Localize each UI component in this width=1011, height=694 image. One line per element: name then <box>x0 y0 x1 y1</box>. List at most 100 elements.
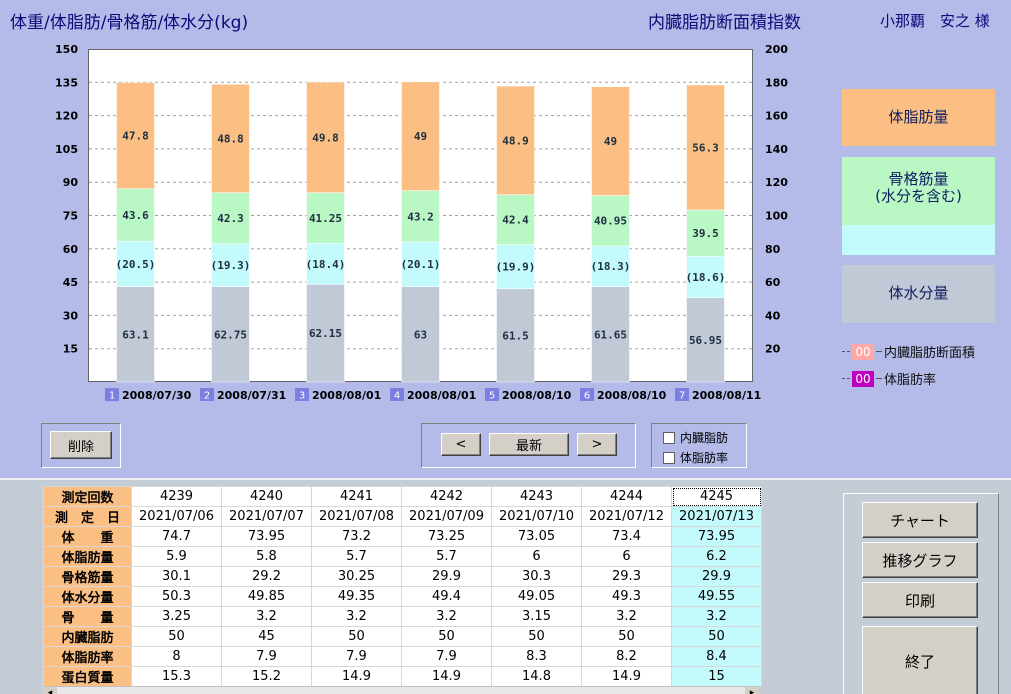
bar-muscle-label: 42.3 <box>217 212 244 225</box>
table-cell[interactable]: 29.2 <box>221 566 312 587</box>
table-cell[interactable]: 5.7 <box>401 546 492 567</box>
table-cell[interactable]: 4242 <box>401 486 492 507</box>
table-cell[interactable]: 49.3 <box>581 586 672 607</box>
delete-button[interactable]: 削除 <box>50 431 112 459</box>
table-scrollbar[interactable]: ◂ ▸ <box>43 686 759 694</box>
table-cell[interactable]: 8.4 <box>671 646 762 667</box>
table-cell[interactable]: 6 <box>491 546 582 567</box>
table-cell[interactable]: 15.2 <box>221 666 312 687</box>
table-cell[interactable]: 7.9 <box>221 646 312 667</box>
table-cell[interactable]: 49.05 <box>491 586 582 607</box>
table-cell[interactable]: 3.2 <box>401 606 492 627</box>
table-cell[interactable]: 50 <box>131 626 222 647</box>
legend-fat-label: 体脂肪量 <box>888 107 949 126</box>
scroll-right-icon[interactable]: ▸ <box>745 687 759 694</box>
table-cell[interactable]: 2021/07/09 <box>401 506 492 527</box>
table-cell[interactable]: 30.1 <box>131 566 222 587</box>
table-cell[interactable]: 50 <box>311 626 402 647</box>
bar-water-label: 56.95 <box>689 334 722 347</box>
table-cell[interactable]: 29.3 <box>581 566 672 587</box>
exit-button[interactable]: 終了 <box>862 626 978 694</box>
visceral-checkbox[interactable]: 内臓脂肪 <box>663 429 728 446</box>
bar-water-label: 62.15 <box>309 327 342 340</box>
table-cell[interactable]: 4243 <box>491 486 582 507</box>
table-cell[interactable]: 50 <box>581 626 672 647</box>
table-cell[interactable]: 3.2 <box>221 606 312 627</box>
table-cell[interactable]: 4245 <box>671 486 762 507</box>
table-cell[interactable]: 50 <box>671 626 762 647</box>
latest-button[interactable]: 最新 <box>489 433 569 456</box>
table-cell[interactable]: 15.3 <box>131 666 222 687</box>
table-cell[interactable]: 29.9 <box>671 566 762 587</box>
table-cell[interactable]: 73.95 <box>671 526 762 547</box>
table-cell[interactable]: 15 <box>671 666 762 687</box>
table-cell[interactable]: 7.9 <box>311 646 402 667</box>
table-cell[interactable]: 4239 <box>131 486 222 507</box>
table-cell[interactable]: 14.9 <box>311 666 402 687</box>
table-cell[interactable]: 3.2 <box>671 606 762 627</box>
table-cell[interactable]: 73.2 <box>311 526 402 547</box>
table-cell[interactable]: 49.55 <box>671 586 762 607</box>
table-cell[interactable]: 8 <box>131 646 222 667</box>
table-cell[interactable]: 45 <box>221 626 312 647</box>
table-cell[interactable]: 50.3 <box>131 586 222 607</box>
table-cell[interactable]: 5.9 <box>131 546 222 567</box>
table-cell[interactable]: 74.7 <box>131 526 222 547</box>
bar-water-pct-label: (20.5) <box>116 258 156 271</box>
table-cell[interactable]: 2021/07/13 <box>671 506 762 527</box>
bodyfat-checkbox-label: 体脂肪率 <box>680 451 729 465</box>
bar-water-pct-label: (18.3) <box>591 260 631 273</box>
chart-button[interactable]: チャート <box>862 502 978 538</box>
table-cell[interactable]: 49.85 <box>221 586 312 607</box>
measurement-table: 測定回数 4239 4240 4241 4242 4243 4244 4245 測 定 日 202… <box>43 486 762 687</box>
table-cell[interactable]: 3.25 <box>131 606 222 627</box>
table-row: 内臓脂肪 50 45 50 50 50 50 50 <box>43 626 762 647</box>
table-cell[interactable]: 14.8 <box>491 666 582 687</box>
table-cell[interactable]: 29.9 <box>401 566 492 587</box>
left-tick-label: 120 <box>55 110 78 123</box>
bodyfat-checkbox[interactable]: 体脂肪率 <box>663 449 728 466</box>
legend-fat: 体脂肪量 <box>842 89 995 146</box>
table-cell[interactable]: 2021/07/12 <box>581 506 672 527</box>
table-cell[interactable]: 49.35 <box>311 586 402 607</box>
table-cell[interactable]: 73.25 <box>401 526 492 547</box>
row-header: 蛋白質量 <box>43 666 132 687</box>
table-cell[interactable]: 73.95 <box>221 526 312 547</box>
table-cell[interactable]: 50 <box>491 626 582 647</box>
left-tick-label: 45 <box>63 276 78 289</box>
table-cell[interactable]: 73.05 <box>491 526 582 547</box>
scroll-left-icon[interactable]: ◂ <box>43 687 57 694</box>
table-cell[interactable]: 3.2 <box>311 606 402 627</box>
bodyfat-checkbox-box[interactable] <box>663 451 675 464</box>
table-cell[interactable]: 5.8 <box>221 546 312 567</box>
table-cell[interactable]: 30.3 <box>491 566 582 587</box>
prev-button[interactable]: < <box>441 433 481 456</box>
table-cell[interactable]: 2021/07/07 <box>221 506 312 527</box>
table-cell[interactable]: 4244 <box>581 486 672 507</box>
table-cell[interactable]: 6.2 <box>671 546 762 567</box>
table-cell[interactable]: 73.4 <box>581 526 672 547</box>
table-cell[interactable]: 5.7 <box>311 546 402 567</box>
legend-water: 体水分量 <box>842 265 995 323</box>
print-button[interactable]: 印刷 <box>862 582 978 618</box>
trend-graph-button[interactable]: 推移グラフ <box>862 542 978 578</box>
table-cell[interactable]: 14.9 <box>401 666 492 687</box>
table-cell[interactable]: 49.4 <box>401 586 492 607</box>
table-cell[interactable]: 30.25 <box>311 566 402 587</box>
table-cell[interactable]: 2021/07/10 <box>491 506 582 527</box>
table-cell[interactable]: 7.9 <box>401 646 492 667</box>
table-cell[interactable]: 2021/07/08 <box>311 506 402 527</box>
right-tick-label: 160 <box>765 110 788 123</box>
table-cell[interactable]: 8.2 <box>581 646 672 667</box>
table-cell[interactable]: 4240 <box>221 486 312 507</box>
visceral-checkbox-box[interactable] <box>663 431 675 444</box>
table-cell[interactable]: 3.15 <box>491 606 582 627</box>
table-cell[interactable]: 50 <box>401 626 492 647</box>
table-cell[interactable]: 8.3 <box>491 646 582 667</box>
table-cell[interactable]: 2021/07/06 <box>131 506 222 527</box>
table-cell[interactable]: 3.2 <box>581 606 672 627</box>
table-cell[interactable]: 6 <box>581 546 672 567</box>
next-button[interactable]: > <box>577 433 617 456</box>
table-cell[interactable]: 4241 <box>311 486 402 507</box>
table-cell[interactable]: 14.9 <box>581 666 672 687</box>
